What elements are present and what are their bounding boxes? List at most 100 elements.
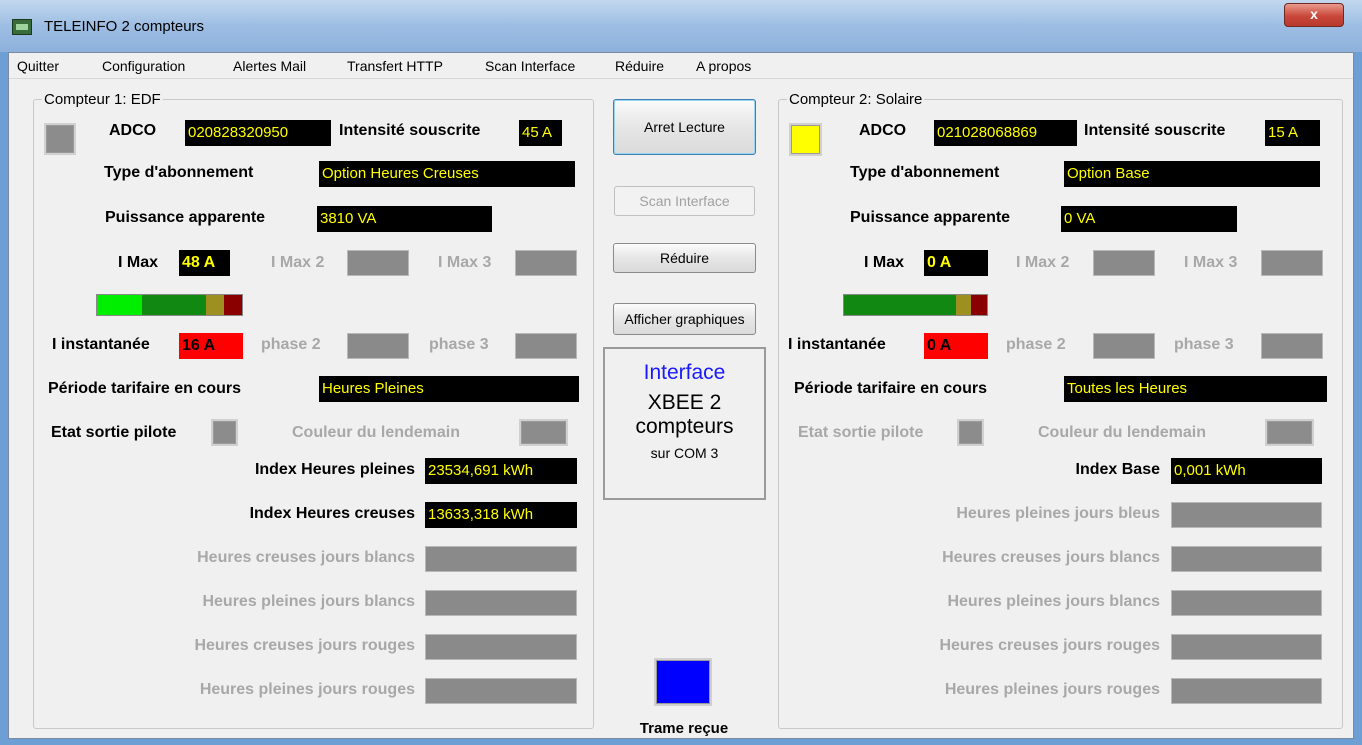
meter1-phase2-label: phase 2 xyxy=(261,336,321,353)
menu-transfert-http[interactable]: Transfert HTTP xyxy=(347,58,443,74)
menu-scan-interface[interactable]: Scan Interface xyxy=(485,58,575,74)
meter1-index-value xyxy=(425,590,577,616)
meter2-intensity-gauge xyxy=(843,294,988,316)
arret-lecture-button[interactable]: Arret Lecture xyxy=(613,99,756,155)
gauge-segment xyxy=(844,295,956,315)
meter1-index-value xyxy=(425,678,577,704)
meter2-legend: Compteur 2: Solaire xyxy=(787,91,925,108)
trame-label: Trame reçue xyxy=(639,720,729,737)
meter2-type-label: Type d'abonnement xyxy=(850,164,1000,181)
meter1-imax3-value xyxy=(515,250,577,276)
app-icon xyxy=(12,19,32,35)
meter1-phase3-label: phase 3 xyxy=(429,336,489,353)
meter1-intensity-gauge xyxy=(96,294,243,316)
interface-line1: XBEE 2 xyxy=(647,391,722,414)
meter1-phase2-value xyxy=(347,333,409,359)
meter2-adco-value: 021028068869 xyxy=(934,120,1077,146)
meter1-puissance-label: Puissance apparente xyxy=(105,209,266,226)
meter2-index-label: Heures pleines jours bleus xyxy=(956,505,1160,522)
meter1-legend: Compteur 1: EDF xyxy=(42,91,163,108)
afficher-graphiques-button[interactable]: Afficher graphiques xyxy=(613,303,756,335)
menu-configuration[interactable]: Configuration xyxy=(102,58,185,74)
gauge-segment xyxy=(224,295,242,315)
meter2-index-value: 0,001 kWh xyxy=(1171,458,1322,484)
menu-reduire[interactable]: Réduire xyxy=(615,58,664,74)
meter1-index-label: Index Heures creuses xyxy=(249,505,415,522)
meter1-couleur-label: Couleur du lendemain xyxy=(292,424,461,441)
gauge-segment xyxy=(97,295,142,315)
meter2-etat-label: Etat sortie pilote xyxy=(798,424,924,441)
meter2-index-label: Heures pleines jours rouges xyxy=(944,681,1160,698)
meter2-puissance-value: 0 VA xyxy=(1061,206,1237,232)
meter2-phase2-value xyxy=(1093,333,1155,359)
meter1-index-value xyxy=(425,546,577,572)
meter1-periode-value: Heures Pleines xyxy=(319,376,579,402)
meter1-index-label: Heures pleines jours blancs xyxy=(202,593,415,610)
meter2-phase2-label: phase 2 xyxy=(1006,336,1066,353)
meter2-index-value xyxy=(1171,678,1322,704)
meter2-periode-value: Toutes les Heures xyxy=(1064,376,1327,402)
interface-line2: compteurs xyxy=(635,415,734,438)
meter2-status-indicator xyxy=(789,123,822,156)
meter2-imax2-value xyxy=(1093,250,1155,276)
meter1-imax2-value xyxy=(347,250,409,276)
meter2-index-value xyxy=(1171,634,1322,660)
meter2-index-label: Heures creuses jours rouges xyxy=(939,637,1160,654)
scan-interface-button[interactable]: Scan Interface xyxy=(614,186,755,216)
gauge-segment xyxy=(955,295,972,315)
meter2-phase3-label: phase 3 xyxy=(1174,336,1234,353)
meter1-intensite-value: 45 A xyxy=(519,120,562,146)
meter2-couleur-indicator xyxy=(1265,419,1314,446)
meter2-index-value xyxy=(1171,546,1322,572)
meter1-type-label: Type d'abonnement xyxy=(104,164,254,181)
meter2-phase3-value xyxy=(1261,333,1323,359)
meter2-imax3-value xyxy=(1261,250,1323,276)
close-button[interactable]: x xyxy=(1284,3,1344,27)
meter1-index-value: 13633,318 kWh xyxy=(425,502,577,528)
meter2-etat-indicator xyxy=(957,419,984,446)
meter1-index-value: 23534,691 kWh xyxy=(425,458,577,484)
menu-alertes-mail[interactable]: Alertes Mail xyxy=(233,58,306,74)
meter2-index-value xyxy=(1171,590,1322,616)
interface-title: Interface xyxy=(643,361,726,384)
client-area: Quitter Configuration Alertes Mail Trans… xyxy=(8,52,1354,739)
meter1-iinst-value: 16 A xyxy=(179,333,243,359)
title-bar[interactable]: TELEINFO 2 compteurs x xyxy=(0,0,1362,52)
menu-bar: Quitter Configuration Alertes Mail Trans… xyxy=(9,53,1353,79)
meter1-adco-value: 020828320950 xyxy=(185,120,331,146)
meter1-adco-label: ADCO xyxy=(109,122,157,139)
meter2-puissance-label: Puissance apparente xyxy=(850,209,1011,226)
meter1-puissance-value: 3810 VA xyxy=(317,206,492,232)
meter1-imax-value: 48 A xyxy=(179,250,230,276)
meter1-couleur-indicator xyxy=(519,419,568,446)
gauge-segment xyxy=(206,295,225,315)
meter2-index-label: Heures pleines jours blancs xyxy=(947,593,1160,610)
meter1-phase3-value xyxy=(515,333,577,359)
meter2-type-value: Option Base xyxy=(1064,161,1320,187)
gauge-segment xyxy=(141,295,207,315)
menu-a-propos[interactable]: A propos xyxy=(696,58,751,74)
meter1-index-label: Index Heures pleines xyxy=(254,461,415,478)
menu-quitter[interactable]: Quitter xyxy=(17,58,59,74)
window-title: TELEINFO 2 compteurs xyxy=(44,18,205,35)
meter2-iinst-value: 0 A xyxy=(924,333,988,359)
meter1-index-label: Heures creuses jours blancs xyxy=(197,549,415,566)
reduire-button[interactable]: Réduire xyxy=(613,243,756,273)
meter2-imax3-label: I Max 3 xyxy=(1184,254,1238,271)
meter2-index-value xyxy=(1171,502,1322,528)
meter2-couleur-label: Couleur du lendemain xyxy=(1038,424,1207,441)
meter2-imax-value: 0 A xyxy=(924,250,988,276)
meter1-type-value: Option Heures Creuses xyxy=(319,161,575,187)
app-window: TELEINFO 2 compteurs x Quitter Configura… xyxy=(0,0,1362,745)
interface-port: sur COM 3 xyxy=(650,445,719,461)
meter1-imax2-label: I Max 2 xyxy=(271,254,325,271)
meter2-index-label: Index Base xyxy=(1075,461,1160,478)
meter2-intensite-label: Intensité souscrite xyxy=(1084,122,1226,139)
meter1-index-label: Heures creuses jours rouges xyxy=(194,637,415,654)
meter1-index-value xyxy=(425,634,577,660)
meter1-status-indicator xyxy=(44,123,76,155)
meter1-iinst-label: I instantanée xyxy=(52,336,150,353)
meter1-etat-indicator xyxy=(211,419,238,446)
trame-indicator xyxy=(654,658,712,706)
meter2-imax-label: I Max xyxy=(864,254,905,271)
